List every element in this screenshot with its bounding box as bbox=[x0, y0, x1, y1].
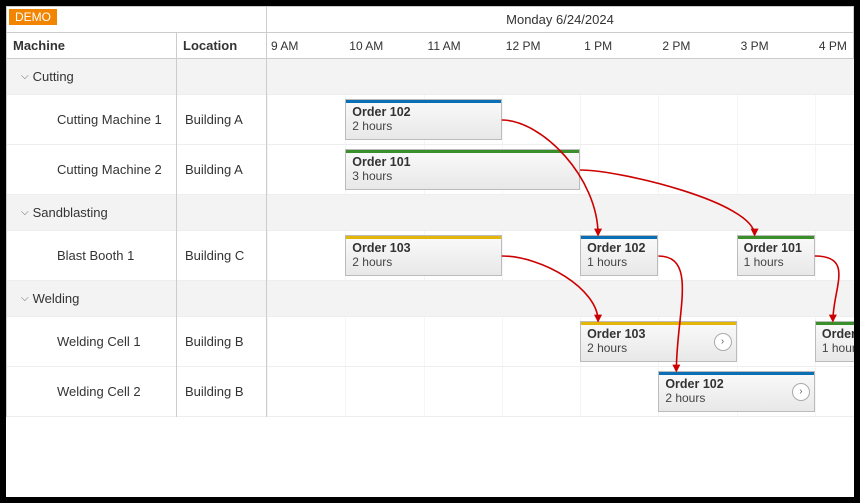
chevron-down-icon[interactable]: ⌵ bbox=[21, 71, 29, 82]
time-axis-header: 9 AM 10 AM 11 AM 12 PM 1 PM 2 PM 3 PM 4 PM bbox=[267, 33, 854, 59]
location-label: Building A bbox=[185, 112, 243, 127]
machine-name: Welding Cell 2 bbox=[13, 384, 141, 399]
group-row-location bbox=[177, 281, 266, 317]
time-axis-label: 3 PM bbox=[741, 33, 769, 59]
timeline-row: Order 1032 hours › Order 1011 hours bbox=[267, 317, 854, 367]
scheduler-event[interactable]: Order 1011 hours bbox=[737, 235, 815, 276]
location-label: Building C bbox=[185, 248, 244, 263]
date-header: Monday 6/24/2024 bbox=[267, 7, 854, 33]
group-label: Welding bbox=[33, 291, 80, 306]
location-label: Building B bbox=[185, 384, 244, 399]
event-color-bar bbox=[580, 321, 737, 325]
resource-row-location: Building A bbox=[177, 145, 266, 195]
resource-row-location: Building A bbox=[177, 95, 266, 145]
event-title: Order 102 bbox=[587, 241, 651, 255]
event-color-bar bbox=[345, 149, 580, 153]
timeline-row bbox=[267, 195, 854, 231]
event-duration: 2 hours bbox=[665, 391, 705, 405]
scheduler-event[interactable]: Order 1013 hours bbox=[345, 149, 580, 190]
machine-name: Blast Booth 1 bbox=[13, 248, 134, 263]
event-duration: 2 hours bbox=[352, 119, 392, 133]
timeline-row: Order 1013 hours bbox=[267, 145, 854, 195]
timeline-rows: Order 1022 hoursOrder 1013 hoursOrder 10… bbox=[267, 59, 854, 417]
group-row[interactable]: ⌵ Sandblasting bbox=[7, 195, 176, 231]
resource-row[interactable]: Welding Cell 1 bbox=[7, 317, 176, 367]
event-color-bar bbox=[345, 235, 502, 239]
event-title: Order 101 bbox=[352, 155, 573, 169]
resource-row-location: Building B bbox=[177, 367, 266, 417]
event-color-bar bbox=[815, 321, 854, 325]
group-label: Sandblasting bbox=[33, 205, 108, 220]
location-label: Building B bbox=[185, 334, 244, 349]
chevron-down-icon[interactable]: ⌵ bbox=[21, 293, 29, 304]
timeline-row: Order 1022 hours › bbox=[267, 367, 854, 417]
time-axis-label: 11 AM bbox=[428, 33, 461, 59]
event-duration: 3 hours bbox=[352, 169, 392, 183]
body-grid: ⌵ Cutting Cutting Machine 1 Cutting Machine… bbox=[6, 59, 854, 417]
event-duration: 2 hours bbox=[587, 341, 627, 355]
scheduler-event[interactable]: Order 1022 hours › bbox=[658, 371, 815, 412]
time-axis-label: 9 AM bbox=[271, 33, 298, 59]
timeline-row: Order 1022 hours bbox=[267, 95, 854, 145]
scheduler-event[interactable]: Order 1022 hours bbox=[345, 99, 502, 140]
event-title: Order 102 bbox=[665, 377, 808, 391]
group-label: Cutting bbox=[33, 69, 74, 84]
column-header-location: Location bbox=[177, 33, 267, 59]
group-row-location bbox=[177, 195, 266, 231]
event-title: Order 101 bbox=[822, 327, 854, 341]
machine-name: Cutting Machine 2 bbox=[13, 162, 162, 177]
time-axis-label: 10 AM bbox=[349, 33, 383, 59]
app-frame: DEMO Monday 6/24/2024 Machine Location 9… bbox=[6, 6, 854, 497]
event-color-bar bbox=[345, 99, 502, 103]
timeline-row bbox=[267, 281, 854, 317]
scheduler-event[interactable]: Order 1032 hours › bbox=[580, 321, 737, 362]
machine-column: ⌵ Cutting Cutting Machine 1 Cutting Machine… bbox=[7, 59, 177, 417]
timeline[interactable]: Order 1022 hoursOrder 1013 hoursOrder 10… bbox=[267, 59, 854, 417]
event-more-button[interactable]: › bbox=[792, 383, 810, 401]
event-more-button[interactable]: › bbox=[714, 333, 732, 351]
event-title: Order 102 bbox=[352, 105, 495, 119]
event-color-bar bbox=[580, 235, 658, 239]
event-color-bar bbox=[737, 235, 815, 239]
scheduler-event[interactable]: Order 1021 hours bbox=[580, 235, 658, 276]
location-column: Building A Building A Building C Building B… bbox=[177, 59, 267, 417]
event-duration: 1 hours bbox=[744, 255, 784, 269]
event-title: Order 103 bbox=[352, 241, 495, 255]
timeline-row: Order 1032 hoursOrder 1021 hoursOrder 10… bbox=[267, 231, 854, 281]
event-title: Order 103 bbox=[587, 327, 730, 341]
time-axis-label: 1 PM bbox=[584, 33, 612, 59]
location-label: Building A bbox=[185, 162, 243, 177]
column-header-machine: Machine bbox=[7, 33, 177, 59]
scheduler-event[interactable]: Order 1011 hours bbox=[815, 321, 854, 362]
machine-name: Cutting Machine 1 bbox=[13, 112, 162, 127]
event-duration: 1 hours bbox=[822, 341, 854, 355]
demo-badge: DEMO bbox=[9, 9, 57, 25]
resource-row[interactable]: Cutting Machine 2 bbox=[7, 145, 176, 195]
resource-row[interactable]: Blast Booth 1 bbox=[7, 231, 176, 281]
group-row-location bbox=[177, 59, 266, 95]
resource-row-location: Building B bbox=[177, 317, 266, 367]
time-axis-label: 12 PM bbox=[506, 33, 541, 59]
group-row[interactable]: ⌵ Cutting bbox=[7, 59, 176, 95]
event-color-bar bbox=[658, 371, 815, 375]
time-axis-label: 4 PM bbox=[819, 33, 847, 59]
event-duration: 1 hours bbox=[587, 255, 627, 269]
scheduler-event[interactable]: Order 1032 hours bbox=[345, 235, 502, 276]
resource-row[interactable]: Welding Cell 2 bbox=[7, 367, 176, 417]
event-duration: 2 hours bbox=[352, 255, 392, 269]
header-grid: Monday 6/24/2024 Machine Location 9 AM 10… bbox=[6, 6, 854, 59]
group-row[interactable]: ⌵ Welding bbox=[7, 281, 176, 317]
time-axis-label: 2 PM bbox=[662, 33, 690, 59]
timeline-row bbox=[267, 59, 854, 95]
machine-name: Welding Cell 1 bbox=[13, 334, 141, 349]
chevron-down-icon[interactable]: ⌵ bbox=[21, 207, 29, 218]
resource-row[interactable]: Cutting Machine 1 bbox=[7, 95, 176, 145]
event-title: Order 101 bbox=[744, 241, 808, 255]
resource-row-location: Building C bbox=[177, 231, 266, 281]
